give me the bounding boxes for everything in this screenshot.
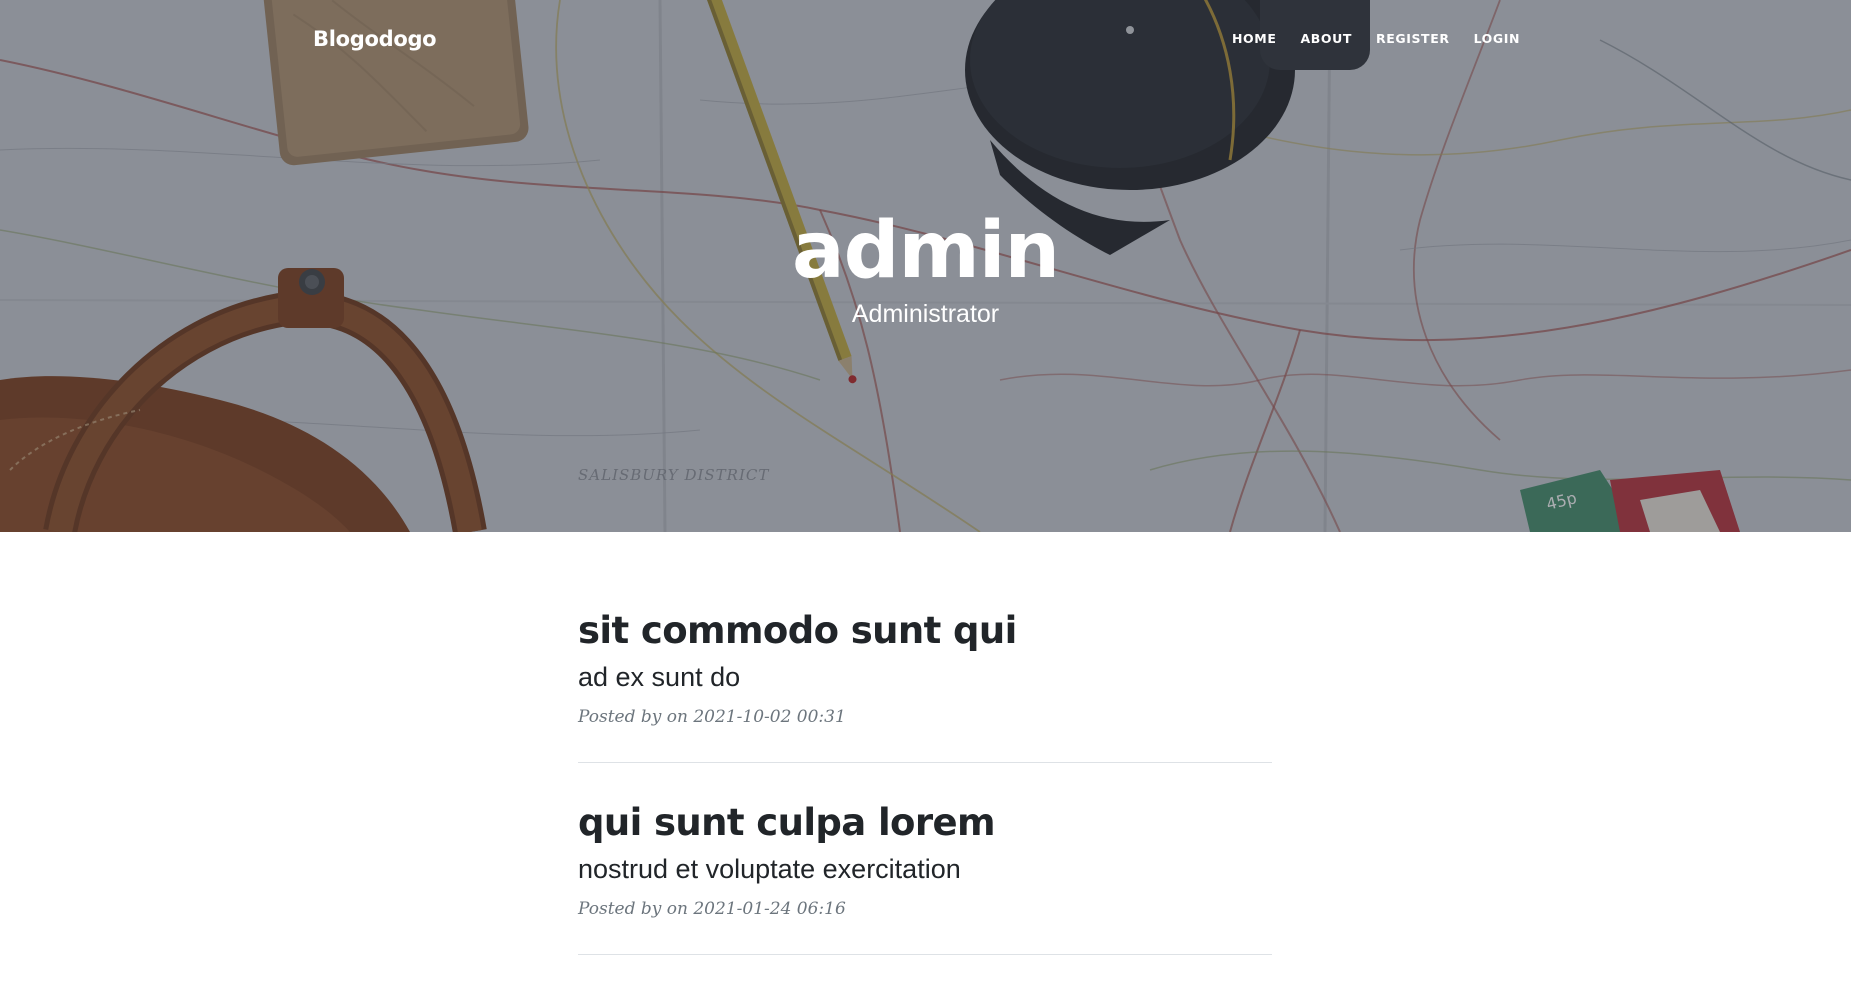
post-divider — [578, 762, 1272, 763]
post-preview: qui sunt culpa lorem nostrud et voluptat… — [578, 797, 1272, 954]
post-meta: Posted by on 2021-10-02 00:31 — [578, 707, 846, 727]
post-title[interactable]: qui sunt culpa lorem — [578, 797, 1272, 849]
post-meta: Posted by on 2021-01-24 06:16 — [578, 899, 846, 919]
nav-links: HOME ABOUT REGISTER LOGIN — [1232, 31, 1532, 46]
post-subtitle[interactable]: nostrud et voluptate exercitation — [578, 852, 1272, 886]
post-title[interactable]: sit commodo sunt qui — [578, 605, 1272, 657]
post-list: sit commodo sunt qui ad ex sunt do Poste… — [578, 605, 1272, 989]
navbar-brand[interactable]: Blogodogo — [313, 27, 437, 51]
nav-link-register[interactable]: REGISTER — [1364, 31, 1462, 46]
nav-link-home[interactable]: HOME — [1232, 31, 1288, 46]
post-subtitle[interactable]: ad ex sunt do — [578, 660, 1272, 694]
page-title: admin — [791, 206, 1060, 296]
page-subtitle: Administrator — [851, 300, 1000, 328]
nav-item-about: ABOUT — [1288, 31, 1364, 46]
post-divider — [578, 954, 1272, 955]
post-link[interactable]: sit commodo sunt qui ad ex sunt do — [578, 605, 1272, 694]
nav-link-login[interactable]: LOGIN — [1462, 31, 1533, 46]
main-navbar: Blogodogo HOME ABOUT REGISTER LOGIN — [0, 0, 1851, 82]
post-link[interactable]: qui sunt culpa lorem nostrud et voluptat… — [578, 797, 1272, 886]
nav-link-about[interactable]: ABOUT — [1288, 31, 1364, 46]
post-preview: sit commodo sunt qui ad ex sunt do Poste… — [578, 605, 1272, 762]
nav-item-register: REGISTER — [1364, 31, 1462, 46]
masthead: SALISBURY DISTRICT 45p Blogodogo HOME AB… — [0, 0, 1851, 532]
masthead-heading: admin Administrator — [0, 205, 1851, 329]
nav-item-login: LOGIN — [1462, 31, 1533, 46]
nav-item-home: HOME — [1232, 31, 1288, 46]
